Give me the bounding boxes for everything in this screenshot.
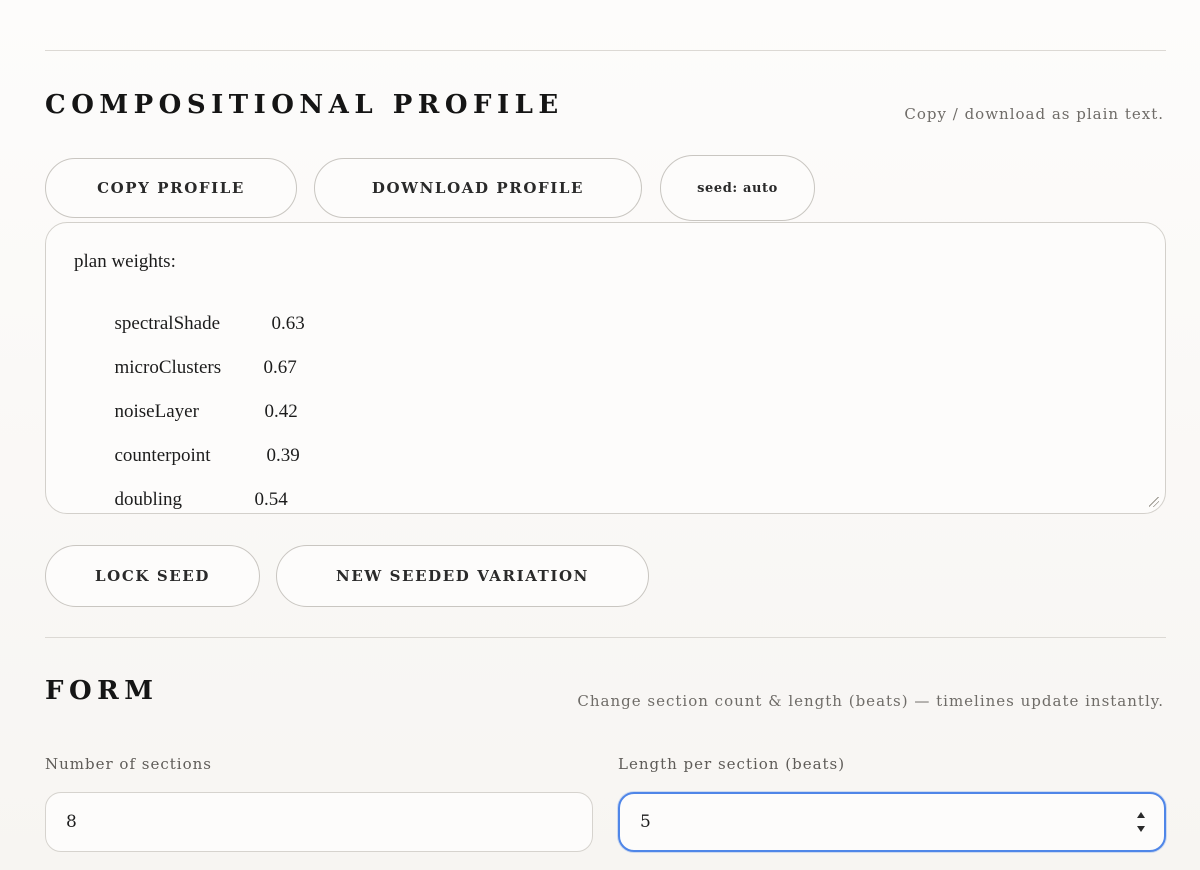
weight-key: microClusters [114,357,222,378]
section-divider [45,637,1166,638]
chevron-up-icon[interactable] [1137,812,1145,818]
sections-label: Number of sections [45,755,212,773]
profile-section-note: Copy / download as plain text. [904,105,1164,123]
weight-value: 0.39 [266,445,300,466]
sections-value: 8 [66,812,77,832]
top-divider [45,50,1166,51]
profile-textarea[interactable]: plan weights: spectralShade 0.63 microClu… [45,222,1166,514]
chevron-down-icon[interactable] [1137,826,1145,832]
weight-key: doubling [114,489,183,510]
copy-profile-button[interactable]: COPY PROFILE [45,158,297,218]
resize-handle-icon[interactable] [1149,497,1159,507]
page: COMPOSITIONAL PROFILE Copy / download as… [0,0,1200,870]
profile-section-title: COMPOSITIONAL PROFILE [45,90,564,120]
weight-value: 0.54 [254,489,288,510]
weight-row: doubling 0.54 [86,467,288,533]
length-input[interactable]: 5 [618,792,1166,852]
new-seeded-variation-button[interactable]: NEW SEEDED VARIATION [276,545,649,607]
profile-heading: plan weights: [74,251,176,272]
form-section-title: FORM [45,676,159,706]
lock-seed-button[interactable]: LOCK SEED [45,545,260,607]
stepper-icon[interactable] [1136,812,1146,832]
weight-key: counterpoint [114,445,211,466]
seed-button[interactable]: seed: auto [660,155,815,221]
weight-value: 0.67 [263,357,297,378]
length-value: 5 [640,812,651,832]
form-section-note: Change section count & length (beats) — … [577,692,1164,710]
weight-value: 0.63 [271,313,305,334]
length-label: Length per section (beats) [618,755,846,773]
sections-input[interactable]: 8 [45,792,593,852]
weight-value: 0.42 [264,401,298,422]
weight-key: spectralShade [114,313,221,334]
download-profile-button[interactable]: DOWNLOAD PROFILE [314,158,642,218]
weight-key: noiseLayer [114,401,199,422]
